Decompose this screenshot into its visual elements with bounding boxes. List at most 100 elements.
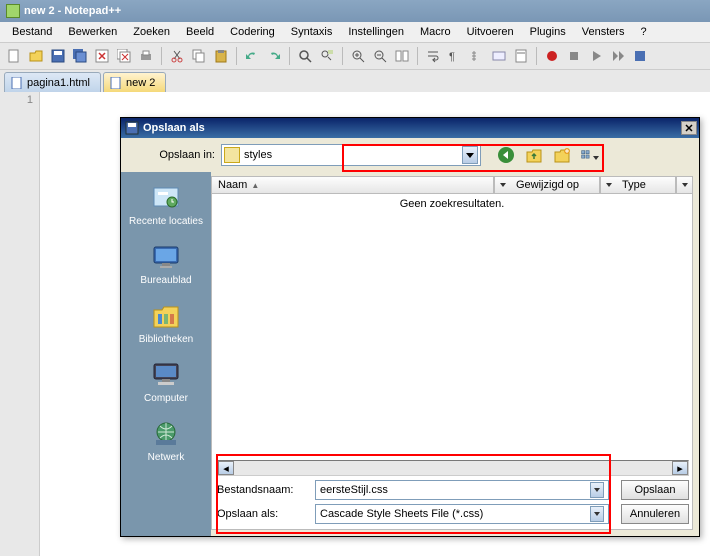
desktop-icon [150,241,182,273]
paste-icon[interactable] [211,46,231,66]
redo-icon[interactable] [264,46,284,66]
replace-icon[interactable] [317,46,337,66]
cancel-button[interactable]: Annuleren [621,504,689,524]
scroll-left-icon[interactable]: ◂ [218,461,234,475]
view-menu-icon[interactable] [581,146,599,164]
save-macro-icon[interactable] [630,46,650,66]
menu-codering[interactable]: Codering [222,24,283,40]
column-name-drop[interactable] [494,177,510,193]
dropdown-arrow-icon[interactable] [590,482,604,498]
stop-macro-icon[interactable] [564,46,584,66]
sidebar-computer[interactable]: Computer [126,355,206,408]
up-folder-icon[interactable] [525,146,543,164]
line-number: 1 [0,94,33,106]
dropdown-arrow-icon[interactable] [590,506,604,522]
save-in-value: styles [240,149,462,161]
back-icon[interactable] [497,146,515,164]
menu-bestand[interactable]: Bestand [4,24,60,40]
libraries-icon [150,300,182,332]
print-icon[interactable] [136,46,156,66]
sidebar-label: Bureaublad [140,275,191,286]
sidebar-desktop[interactable]: Bureaublad [126,237,206,290]
column-modified-drop[interactable] [600,177,616,193]
undo-icon[interactable] [242,46,262,66]
no-results-text: Geen zoekresultaten. [400,198,505,210]
play-macro-icon[interactable] [586,46,606,66]
dialog-titlebar: Opslaan als ✕ [121,118,699,138]
column-type[interactable]: Type [616,177,676,193]
tab-label: pagina1.html [27,77,90,89]
save-button[interactable]: Opslaan [621,480,689,500]
sidebar-network[interactable]: Netwerk [126,414,206,467]
column-type-drop[interactable] [676,177,692,193]
line-gutter: 1 [0,92,40,556]
save-dialog-icon [125,121,139,135]
file-icon [110,77,122,89]
indent-guide-icon[interactable] [467,46,487,66]
sidebar-libraries[interactable]: Bibliotheken [126,296,206,349]
save-icon[interactable] [48,46,68,66]
menu-uitvoeren[interactable]: Uitvoeren [459,24,522,40]
svg-text:¶: ¶ [449,51,455,63]
menu-plugins[interactable]: Plugins [522,24,574,40]
save-as-dialog: Opslaan als ✕ Opslaan in: styles Recente… [120,117,700,537]
menu-instellingen[interactable]: Instellingen [340,24,412,40]
dropdown-arrow-icon[interactable] [462,146,478,164]
zoom-out-icon[interactable] [370,46,390,66]
menu-syntaxis[interactable]: Syntaxis [283,24,341,40]
tab-pagina1[interactable]: pagina1.html [4,72,101,92]
menu-help[interactable]: ? [633,24,655,40]
tabbar: pagina1.html new 2 [0,70,710,92]
dialog-bottom-form: Bestandsnaam: eersteStijl.css Opslaan Op… [217,478,689,530]
show-chars-icon[interactable]: ¶ [445,46,465,66]
open-file-icon[interactable] [26,46,46,66]
menubar: Bestand Bewerken Zoeken Beeld Codering S… [0,22,710,42]
sidebar-label: Recente locaties [129,216,203,227]
doc-map-icon[interactable] [511,46,531,66]
recent-icon [150,182,182,214]
sidebar-recent[interactable]: Recente locaties [126,178,206,231]
app-titlebar: new 2 - Notepad++ [0,0,710,22]
computer-icon [150,359,182,391]
column-modified[interactable]: Gewijzigd op [510,177,600,193]
close-button[interactable]: ✕ [681,121,697,135]
menu-macro[interactable]: Macro [412,24,459,40]
network-icon [150,418,182,450]
new-file-icon[interactable] [4,46,24,66]
sidebar-label: Netwerk [148,452,185,463]
app-title: new 2 - Notepad++ [24,5,121,17]
copy-icon[interactable] [189,46,209,66]
dialog-top-row: Opslaan in: styles [121,138,699,172]
fast-macro-icon[interactable] [608,46,628,66]
record-macro-icon[interactable] [542,46,562,66]
menu-beeld[interactable]: Beeld [178,24,222,40]
filename-value: eersteStijl.css [320,484,590,496]
saveas-type-value: Cascade Style Sheets File (*.css) [320,508,590,520]
lang-icon[interactable] [489,46,509,66]
column-name[interactable]: Naam▲ [212,177,494,193]
file-list-header: Naam▲ Gewijzigd op Type [211,176,693,194]
sidebar-label: Bibliotheken [139,334,193,345]
menu-bewerken[interactable]: Bewerken [60,24,125,40]
close-all-icon[interactable] [114,46,134,66]
close-icon[interactable] [92,46,112,66]
filename-input[interactable]: eersteStijl.css [315,480,609,500]
scroll-right-icon[interactable]: ▸ [672,461,688,475]
menu-vensters[interactable]: Vensters [574,24,633,40]
wordwrap-icon[interactable] [423,46,443,66]
sidebar-label: Computer [144,393,188,404]
cut-icon[interactable] [167,46,187,66]
save-in-combo[interactable]: styles [221,144,481,166]
find-icon[interactable] [295,46,315,66]
menu-zoeken[interactable]: Zoeken [125,24,178,40]
saveas-type-combo[interactable]: Cascade Style Sheets File (*.css) [315,504,609,524]
save-all-icon[interactable] [70,46,90,66]
zoom-in-icon[interactable] [348,46,368,66]
saveas-type-label: Opslaan als: [217,508,309,520]
sync-scroll-icon[interactable] [392,46,412,66]
app-icon [6,4,20,18]
new-folder-icon[interactable] [553,146,571,164]
horizontal-scrollbar[interactable]: ◂ ▸ [217,460,689,476]
filename-label: Bestandsnaam: [217,484,309,496]
tab-new2[interactable]: new 2 [103,72,166,92]
